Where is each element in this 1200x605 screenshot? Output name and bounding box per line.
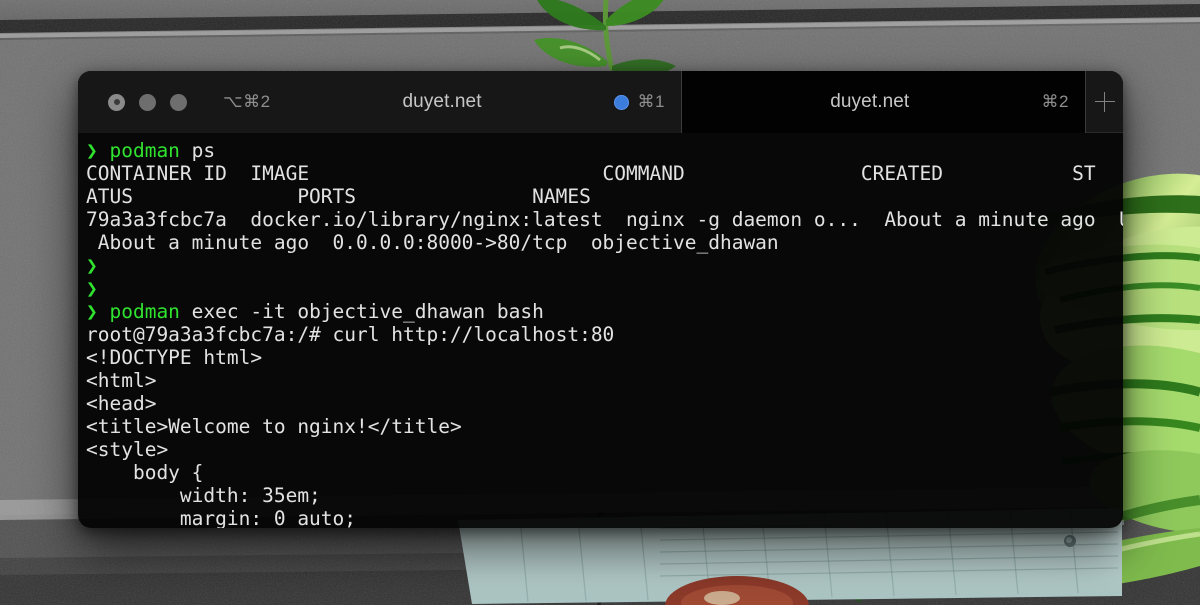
- tab-duyet-net-1[interactable]: ⌥⌘2 duyet.net ⌘1: [78, 71, 682, 133]
- tab-split-shortcut: ⌥⌘2: [223, 92, 271, 112]
- prompt-symbol: ❯: [86, 300, 109, 323]
- tab-2-shortcut: ⌘2: [1042, 92, 1069, 112]
- command-args: ps: [180, 139, 215, 162]
- prompt-symbol: ❯: [86, 254, 98, 277]
- terminal-output-line: <!DOCTYPE html>: [82, 346, 1123, 369]
- terminal-output-line: <style>: [82, 438, 1123, 461]
- terminal-output-line: margin: 0 auto;: [82, 507, 1123, 528]
- terminal-command-line: ❯: [82, 254, 1123, 277]
- tab-1-right-group: ⌘1: [614, 92, 665, 112]
- terminal-output-line: root@79a3a3fcbc7a:/# curl http://localho…: [82, 323, 1123, 346]
- command-name: podman: [109, 139, 179, 162]
- tab-duyet-net-2[interactable]: duyet.net ⌘2: [682, 71, 1086, 133]
- terminal-output[interactable]: ❯ podman psCONTAINER ID IMAGE COMMAND CR…: [78, 133, 1123, 528]
- tab-title-1: duyet.net: [271, 91, 614, 113]
- terminal-output-line: width: 35em;: [82, 484, 1123, 507]
- zoom-button[interactable]: [170, 94, 187, 111]
- terminal-output-line: 79a3a3fcbc7a docker.io/library/nginx:lat…: [82, 208, 1123, 231]
- terminal-output-line: CONTAINER ID IMAGE COMMAND CREATED ST: [82, 162, 1123, 185]
- window-controls[interactable]: [108, 94, 187, 111]
- prompt-symbol: ❯: [86, 277, 98, 300]
- desktop-wallpaper: ⌥⌘2 duyet.net ⌘1 duyet.net ⌘2 ❯ podman p…: [0, 0, 1200, 605]
- terminal-output-line: ATUS PORTS NAMES: [82, 185, 1123, 208]
- tab-title-2: duyet.net: [698, 91, 1042, 113]
- terminal-window[interactable]: ⌥⌘2 duyet.net ⌘1 duyet.net ⌘2 ❯ podman p…: [78, 71, 1123, 528]
- terminal-command-line: ❯ podman exec -it objective_dhawan bash: [82, 300, 1123, 323]
- tab-1-shortcut: ⌘1: [638, 92, 665, 112]
- terminal-output-line: <head>: [82, 392, 1123, 415]
- new-tab-button[interactable]: [1086, 71, 1123, 132]
- window-titlebar[interactable]: ⌥⌘2 duyet.net ⌘1 duyet.net ⌘2: [78, 71, 1123, 133]
- terminal-output-line: <html>: [82, 369, 1123, 392]
- command-name: podman: [109, 300, 179, 323]
- plus-icon: [1095, 92, 1115, 112]
- close-button[interactable]: [108, 94, 125, 111]
- terminal-output-line: body {: [82, 461, 1123, 484]
- command-args: exec -it objective_dhawan bash: [180, 300, 544, 323]
- terminal-output-line: About a minute ago 0.0.0.0:8000->80/tcp …: [82, 231, 1123, 254]
- terminal-command-line: ❯: [82, 277, 1123, 300]
- terminal-output-line: <title>Welcome to nginx!</title>: [82, 415, 1123, 438]
- prompt-symbol: ❯: [86, 139, 109, 162]
- activity-dot-icon: [614, 95, 629, 110]
- minimize-button[interactable]: [139, 94, 156, 111]
- terminal-command-line: ❯ podman ps: [82, 139, 1123, 162]
